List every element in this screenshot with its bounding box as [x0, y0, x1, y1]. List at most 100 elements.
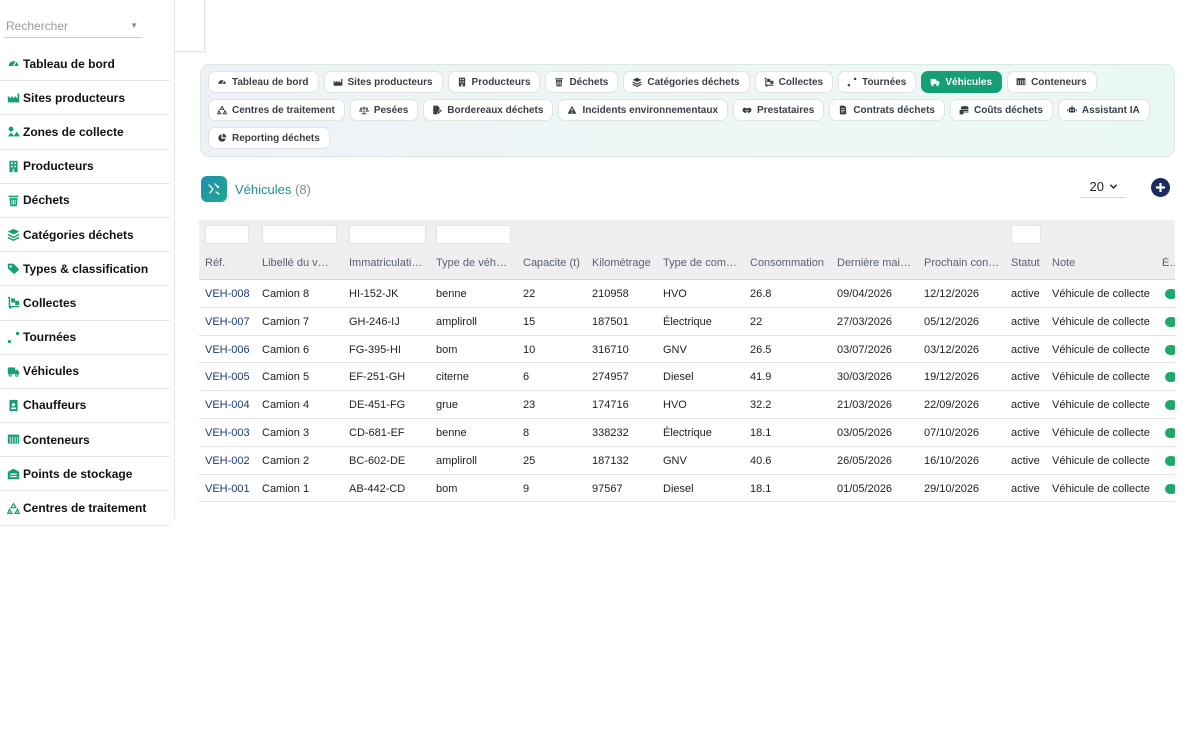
- table-cell: GH-246-IJ: [349, 315, 400, 328]
- column-header[interactable]: Kilométrage: [592, 257, 651, 269]
- table-cell: 187132: [592, 454, 629, 467]
- column-filter-input[interactable]: [436, 225, 511, 244]
- table-cell: Électrique: [663, 315, 712, 328]
- column-header[interactable]: Type de véhicule: [436, 257, 508, 269]
- table-row[interactable]: VEH-002 Camion 2 BC-602-DE ampliroll 25 18713…: [199, 447, 1175, 475]
- table-row[interactable]: VEH-004 Camion 4 DE-451-FG grue 23 174716 HVO 3…: [199, 391, 1175, 419]
- tab-13[interactable]: Prestataires: [733, 99, 825, 121]
- vehicle-ref-link[interactable]: VEH-004: [205, 399, 250, 411]
- table-row[interactable]: VEH-007 Camion 7 GH-246-IJ ampliroll 15 18750…: [199, 308, 1175, 336]
- tab-10[interactable]: Pesées: [349, 99, 419, 121]
- sidebar-item-11[interactable]: Conteneurs: [0, 423, 170, 458]
- sidebar-item-7[interactable]: Collectes: [0, 286, 170, 321]
- tab-9[interactable]: Centres de traitement: [208, 99, 345, 121]
- sidebar-item-1[interactable]: Sites producteurs: [0, 81, 170, 116]
- caret-down-icon[interactable]: ▼: [130, 21, 138, 30]
- tab-6[interactable]: Tournées: [838, 71, 917, 93]
- sidebar-item-6[interactable]: Types & classification: [0, 252, 170, 287]
- add-vehicle-button[interactable]: [1151, 178, 1170, 197]
- column-filter-input[interactable]: [349, 225, 426, 244]
- column-header[interactable]: Consommation: [750, 257, 824, 269]
- table-cell: 32.2: [750, 399, 772, 412]
- vehicle-ref-link[interactable]: VEH-005: [205, 371, 250, 383]
- tab-label: Pesées: [373, 104, 409, 116]
- table-cell: 16/10/2026: [924, 454, 980, 467]
- tab-3[interactable]: Déchets: [545, 71, 619, 93]
- tab-15[interactable]: Coûts déchets: [950, 99, 1053, 121]
- sidebar-item-9[interactable]: Véhicules: [0, 355, 170, 389]
- table-cell: 26.5: [750, 343, 772, 356]
- table-cell: 9: [523, 482, 530, 495]
- column-header[interactable]: Note: [1052, 257, 1075, 269]
- sidebar-item-3[interactable]: Producteurs: [0, 150, 170, 184]
- vehicle-ref-link[interactable]: VEH-002: [205, 455, 250, 467]
- table-row[interactable]: VEH-005 Camion 5 EF-251-GH citerne 6 274957 Di…: [199, 363, 1175, 392]
- sidebar-item-13[interactable]: Centres de traitement: [0, 491, 170, 526]
- search-box[interactable]: ▼: [4, 16, 142, 38]
- column-header[interactable]: Immatriculation: [349, 257, 423, 269]
- vehicle-ref-link[interactable]: VEH-001: [205, 483, 250, 495]
- table-cell: active: [1011, 399, 1040, 412]
- recycle-icon: [6, 501, 20, 515]
- per-page-select[interactable]: 20: [1080, 178, 1126, 198]
- record-count: (8): [295, 182, 311, 197]
- tab-8[interactable]: Conteneurs: [1007, 71, 1097, 93]
- table-cell: Camion 8: [262, 288, 310, 300]
- tab-2[interactable]: Producteurs: [447, 71, 541, 93]
- column-header[interactable]: Prochain contrôle: [924, 257, 1000, 269]
- sidebar-item-0[interactable]: Tableau de bord: [0, 47, 170, 82]
- column-header[interactable]: Libellé du véhicule: [262, 257, 334, 269]
- search-input[interactable]: [4, 16, 122, 36]
- dolly-icon: [764, 77, 774, 87]
- tab-11[interactable]: Bordereaux déchets: [423, 99, 554, 121]
- vehicle-ref-link[interactable]: VEH-006: [205, 344, 250, 356]
- tab-4[interactable]: Catégories déchets: [623, 71, 750, 93]
- tab-7[interactable]: Véhicules: [921, 71, 1003, 93]
- sidebar-item-10[interactable]: Chauffeurs: [0, 389, 170, 424]
- tab-1[interactable]: Sites producteurs: [323, 71, 443, 93]
- pie-chart-icon: [217, 133, 227, 143]
- sidebar-item-2[interactable]: Zones de collecte: [0, 115, 170, 150]
- table-row[interactable]: VEH-003 Camion 3 CD-681-EF benne 8 338232 Élec…: [199, 419, 1175, 447]
- column-filter-input[interactable]: [1011, 225, 1041, 244]
- tab-12[interactable]: Incidents environnementaux: [558, 99, 729, 121]
- tab-5[interactable]: Collectes: [754, 71, 834, 93]
- table-cell: 25: [523, 454, 536, 467]
- tab-label: Producteurs: [471, 76, 531, 88]
- table-cell: 23: [523, 399, 536, 412]
- table-cell: HVO: [663, 399, 687, 412]
- tab-label: Reporting déchets: [232, 132, 320, 144]
- table-cell: 21/03/2026: [837, 399, 893, 412]
- table-cell: Électrique: [663, 426, 712, 439]
- column-header[interactable]: Statut: [1011, 257, 1040, 269]
- column-header[interactable]: Réf.: [205, 257, 225, 269]
- vehicle-ref-link[interactable]: VEH-008: [205, 288, 250, 300]
- vehicle-ref-link[interactable]: VEH-003: [205, 427, 250, 439]
- column-filter-input[interactable]: [262, 225, 337, 244]
- table-row[interactable]: VEH-001 Camion 1 AB-442-CD bom 9 97567 Diesel 1…: [199, 475, 1175, 503]
- table-row[interactable]: VEH-006 Camion 6 FG-395-HI bom 10 316710 GNV 26…: [199, 336, 1175, 364]
- vehicle-ref-link[interactable]: VEH-007: [205, 316, 250, 328]
- sidebar-item-12[interactable]: Points de stockage: [0, 457, 170, 492]
- tab-16[interactable]: Assistant IA: [1057, 99, 1150, 121]
- table-row[interactable]: VEH-008 Camion 8 HI-152-JK benne 22 210958 HVO…: [199, 280, 1175, 308]
- status-indicator: [1165, 400, 1175, 411]
- tab-17[interactable]: Reporting déchets: [208, 127, 330, 149]
- table-cell: 05/12/2026: [924, 315, 980, 328]
- column-filter-input[interactable]: [205, 225, 249, 244]
- table-cell: EF-251-GH: [349, 371, 406, 384]
- truck-icon: [6, 364, 20, 378]
- column-header[interactable]: État: [1162, 257, 1175, 269]
- table-cell: bom: [436, 343, 458, 356]
- sidebar-item-5[interactable]: Catégories déchets: [0, 218, 170, 253]
- table-cell: Véhicule de collecte: [1052, 288, 1150, 300]
- sidebar-item-4[interactable]: Déchets: [0, 184, 170, 218]
- tab-14[interactable]: Contrats déchets: [829, 99, 945, 121]
- sidebar-item-8[interactable]: Tournées: [0, 321, 170, 355]
- tab-0[interactable]: Tableau de bord: [208, 71, 319, 93]
- column-header[interactable]: Capacite (t): [523, 257, 580, 269]
- column-header[interactable]: Type de combustible: [663, 257, 739, 269]
- table-cell: 338232: [592, 426, 629, 439]
- table-cell: 03/05/2026: [837, 426, 893, 439]
- column-header[interactable]: Dernière maintenance: [837, 257, 913, 269]
